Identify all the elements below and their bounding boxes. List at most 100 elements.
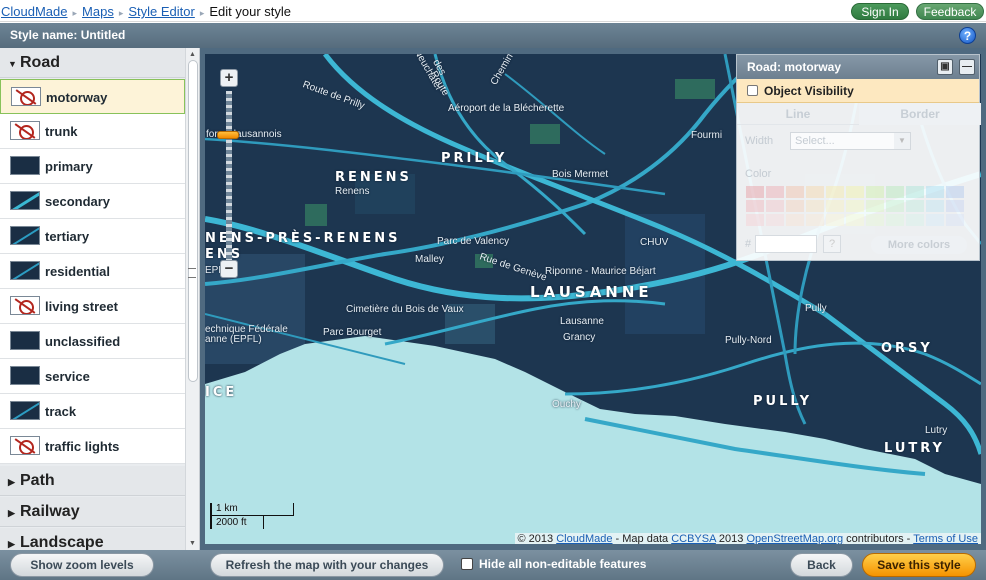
zoom-in-button[interactable]: + bbox=[220, 69, 238, 87]
map-label: ORSY bbox=[881, 341, 933, 356]
sidebar-item-service[interactable]: service bbox=[0, 359, 185, 394]
color-swatch[interactable] bbox=[866, 200, 884, 212]
object-visibility-label: Object Visibility bbox=[764, 84, 854, 98]
sidebar-item-label: service bbox=[45, 369, 90, 384]
credits-text: 2013 bbox=[718, 533, 744, 544]
show-zoom-levels-button[interactable]: Show zoom levels bbox=[10, 553, 154, 577]
color-swatch[interactable] bbox=[846, 214, 864, 226]
sidebar-item-traffic-lights[interactable]: traffic lights bbox=[0, 429, 185, 464]
more-colors-button[interactable]: More colors bbox=[871, 236, 967, 254]
minimize-icon[interactable]: — bbox=[959, 59, 975, 75]
color-swatch[interactable] bbox=[886, 186, 904, 198]
color-swatch[interactable] bbox=[866, 186, 884, 198]
sidebar-item-track[interactable]: track bbox=[0, 394, 185, 429]
object-visibility-checkbox[interactable] bbox=[747, 85, 758, 96]
color-swatch[interactable] bbox=[766, 186, 784, 198]
section-path[interactable]: ▶ Path bbox=[0, 466, 185, 496]
zoom-slider-handle[interactable] bbox=[217, 131, 239, 139]
sidebar-scrollbar[interactable]: ▲ ▼ bbox=[185, 48, 199, 550]
sidebar-item-label: motorway bbox=[46, 90, 108, 105]
breadcrumb-separator-icon: ▸ bbox=[118, 8, 124, 18]
color-swatch[interactable] bbox=[806, 214, 824, 226]
hex-label: # bbox=[745, 238, 752, 250]
sign-in-button[interactable]: Sign In bbox=[851, 3, 909, 20]
credits-link-terms[interactable]: Terms of Use bbox=[913, 533, 978, 544]
breadcrumb-link-cloudmade[interactable]: CloudMade bbox=[1, 4, 68, 19]
style-name: Style name: Untitled bbox=[10, 28, 126, 42]
color-swatch[interactable] bbox=[826, 200, 844, 212]
section-road[interactable]: ▼ Road bbox=[0, 48, 185, 78]
color-swatch[interactable] bbox=[866, 214, 884, 226]
sidebar-item-label: trunk bbox=[45, 124, 78, 139]
color-swatch[interactable] bbox=[746, 200, 764, 212]
color-swatch[interactable] bbox=[786, 200, 804, 212]
credits-link-ccbysa[interactable]: CCBYSA bbox=[671, 533, 716, 544]
color-swatch[interactable] bbox=[826, 186, 844, 198]
scroll-down-icon[interactable]: ▼ bbox=[189, 540, 196, 547]
sidebar-item-label: track bbox=[45, 404, 77, 419]
section-railway[interactable]: ▶ Railway bbox=[0, 497, 185, 527]
sidebar-item-label: tertiary bbox=[45, 229, 90, 244]
color-swatch[interactable] bbox=[946, 214, 964, 226]
color-swatch[interactable] bbox=[766, 200, 784, 212]
refresh-map-button[interactable]: Refresh the map with your changes bbox=[210, 553, 444, 577]
color-swatch[interactable] bbox=[906, 186, 924, 198]
color-swatch[interactable] bbox=[806, 200, 824, 212]
color-swatch[interactable] bbox=[826, 214, 844, 226]
color-swatch[interactable] bbox=[926, 200, 944, 212]
color-swatch[interactable] bbox=[806, 186, 824, 198]
sidebar-item-living-street[interactable]: living street bbox=[0, 289, 185, 324]
sidebar-item-secondary[interactable]: secondary bbox=[0, 184, 185, 219]
hex-color-input[interactable] bbox=[755, 235, 817, 253]
tab-line[interactable]: Line bbox=[737, 103, 859, 125]
color-swatch[interactable] bbox=[926, 214, 944, 226]
sidebar-item-trunk[interactable]: trunk bbox=[0, 114, 185, 149]
hide-non-editable-checkbox[interactable] bbox=[461, 558, 473, 570]
detach-icon[interactable]: ▣ bbox=[937, 59, 953, 75]
color-swatch[interactable] bbox=[766, 214, 784, 226]
color-swatch[interactable] bbox=[946, 200, 964, 212]
color-swatch[interactable] bbox=[786, 214, 804, 226]
sidebar-item-tertiary[interactable]: tertiary bbox=[0, 219, 185, 254]
feedback-button[interactable]: Feedback bbox=[916, 3, 984, 20]
sidebar-item-primary[interactable]: primary bbox=[0, 149, 185, 184]
color-swatch[interactable] bbox=[786, 186, 804, 198]
save-style-button[interactable]: Save this style bbox=[862, 553, 976, 577]
width-select-value: Select... bbox=[795, 135, 835, 147]
back-button[interactable]: Back bbox=[790, 553, 853, 577]
color-label: Color bbox=[745, 168, 772, 180]
color-swatch[interactable] bbox=[906, 214, 924, 226]
hidden-icon bbox=[11, 87, 41, 106]
tab-border[interactable]: Border bbox=[859, 103, 981, 125]
sidebar-item-motorway[interactable]: motorway bbox=[0, 79, 185, 114]
credits-link-cloudmade[interactable]: CloudMade bbox=[556, 533, 612, 544]
zoom-slider-track[interactable] bbox=[226, 91, 232, 261]
scrollbar-thumb[interactable] bbox=[188, 60, 198, 382]
color-swatch[interactable] bbox=[906, 200, 924, 212]
breadcrumb-link-maps[interactable]: Maps bbox=[82, 4, 114, 19]
map-label: Pully-Nord bbox=[725, 335, 772, 346]
sidebar-item-unclassified[interactable]: unclassified bbox=[0, 324, 185, 359]
zoom-out-button[interactable]: − bbox=[220, 260, 238, 278]
map-label: LUTRY bbox=[884, 441, 945, 456]
sidebar-item-residential[interactable]: residential bbox=[0, 254, 185, 289]
width-select[interactable]: Select... ▼ bbox=[790, 132, 911, 150]
sidebar-item-label: traffic lights bbox=[45, 439, 120, 454]
color-swatch[interactable] bbox=[846, 186, 864, 198]
resize-grip-icon[interactable] bbox=[188, 268, 196, 278]
color-swatch[interactable] bbox=[946, 186, 964, 198]
section-landscape[interactable]: ▶ Landscape bbox=[0, 528, 185, 550]
color-swatch[interactable] bbox=[746, 186, 764, 198]
hex-help-button[interactable]: ? bbox=[823, 235, 841, 253]
color-swatch[interactable] bbox=[746, 214, 764, 226]
map-label: Aéroport de la Blécherette bbox=[448, 103, 565, 114]
color-swatch[interactable] bbox=[846, 200, 864, 212]
breadcrumb-link-style-editor[interactable]: Style Editor bbox=[128, 4, 194, 19]
color-swatch[interactable] bbox=[886, 200, 904, 212]
color-swatch[interactable] bbox=[886, 214, 904, 226]
scroll-up-icon[interactable]: ▲ bbox=[189, 51, 196, 58]
breadcrumb-current: Edit your style bbox=[209, 4, 292, 19]
credits-link-osm[interactable]: OpenStreetMap.org bbox=[746, 533, 843, 544]
color-swatch[interactable] bbox=[926, 186, 944, 198]
help-icon[interactable]: ? bbox=[959, 27, 976, 44]
